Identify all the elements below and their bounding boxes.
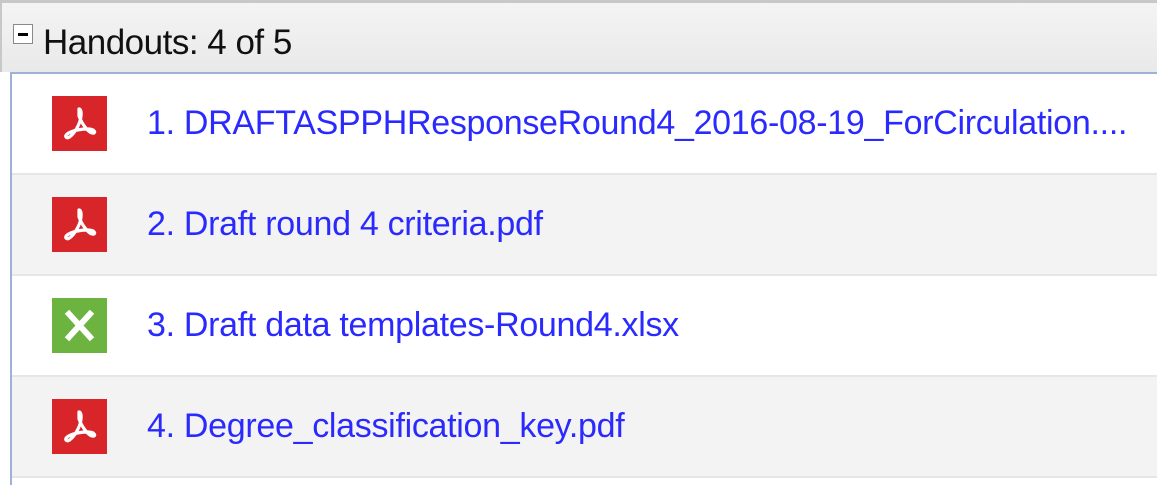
handouts-header[interactable]: Handouts: 4 of 5: [0, 0, 1157, 72]
list-item[interactable]: 4. Degree_classification_key.pdf: [12, 377, 1157, 478]
handout-link-2[interactable]: 2. Draft round 4 criteria.pdf: [147, 203, 543, 245]
handouts-list: 1. DRAFTASPPHResponseRound4_2016-08-19_F…: [10, 72, 1157, 485]
pdf-file-icon[interactable]: [52, 399, 107, 454]
list-item[interactable]: 3. Draft data templates-Round4.xlsx: [12, 276, 1157, 377]
handout-link-1[interactable]: 1. DRAFTASPPHResponseRound4_2016-08-19_F…: [147, 102, 1127, 144]
list-item[interactable]: 2. Draft round 4 criteria.pdf: [12, 175, 1157, 276]
collapse-minus-icon[interactable]: [13, 24, 33, 44]
excel-file-icon[interactable]: [52, 298, 107, 353]
handout-link-3[interactable]: 3. Draft data templates-Round4.xlsx: [147, 304, 679, 346]
handouts-title: Handouts: 4 of 5: [43, 23, 292, 62]
handout-link-4[interactable]: 4. Degree_classification_key.pdf: [147, 405, 625, 447]
pdf-file-icon[interactable]: [52, 96, 107, 151]
pdf-file-icon[interactable]: [52, 197, 107, 252]
handouts-panel: Handouts: 4 of 5 1. DRAFTASPPHResponseRo…: [0, 0, 1157, 485]
list-item[interactable]: 1. DRAFTASPPHResponseRound4_2016-08-19_F…: [12, 74, 1157, 175]
